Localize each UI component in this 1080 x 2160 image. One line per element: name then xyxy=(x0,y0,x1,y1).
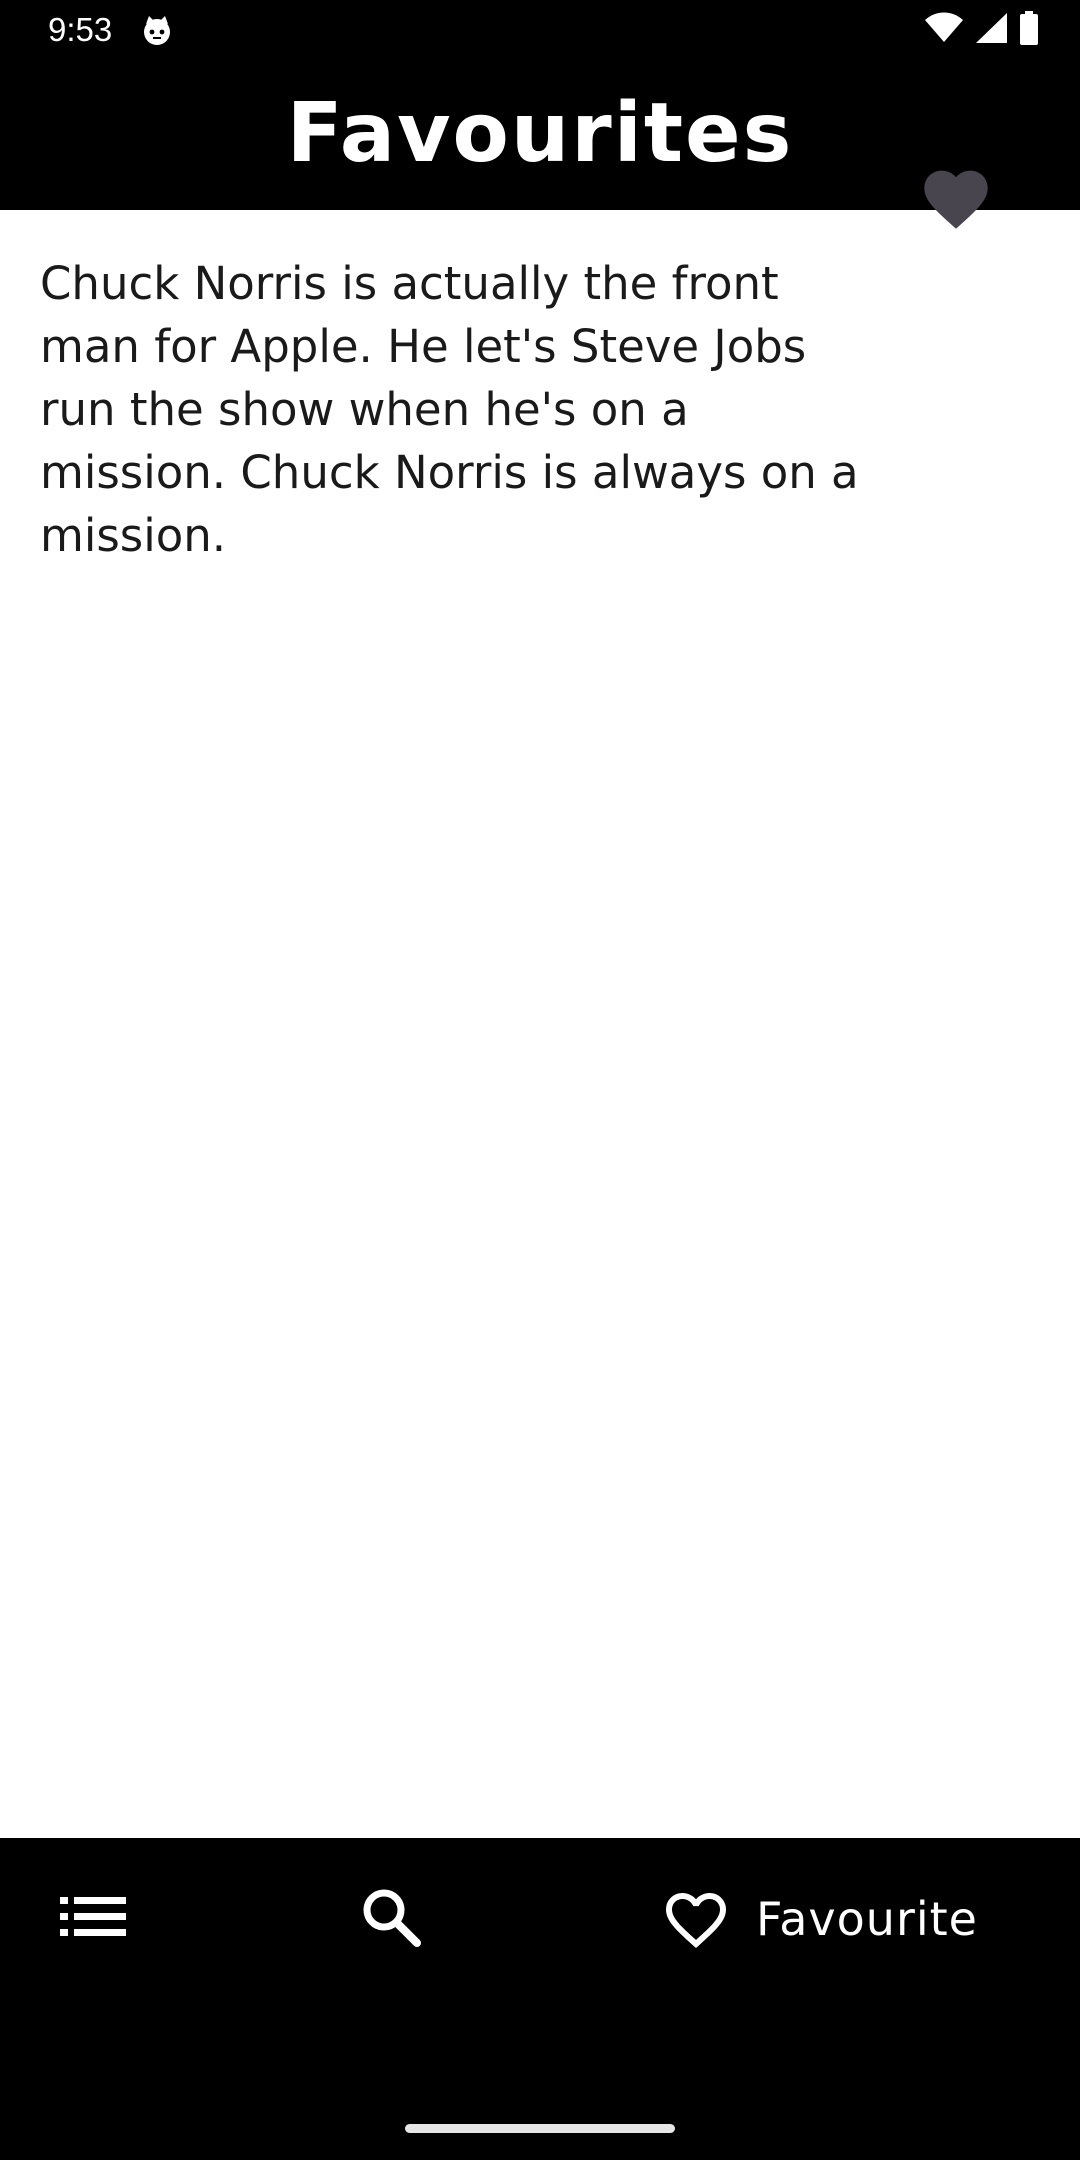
status-icons xyxy=(924,11,1040,49)
search-icon xyxy=(360,1886,422,1952)
page-title: Favourites xyxy=(286,86,794,181)
heart-filled-icon xyxy=(918,161,994,235)
wifi-icon xyxy=(924,12,964,48)
cat-face-icon xyxy=(140,14,174,48)
list-icon xyxy=(60,1895,126,1943)
joke-text: Chuck Norris is actually the front man f… xyxy=(40,257,859,562)
favourites-list[interactable]: Chuck Norris is actually the front man f… xyxy=(0,210,1080,1838)
nav-favourite-label: Favourite xyxy=(756,1892,978,1946)
nav-item-favourite[interactable]: Favourite xyxy=(660,1838,1040,2098)
list-item[interactable]: Chuck Norris is actually the front man f… xyxy=(0,210,1080,610)
favourite-toggle-button[interactable] xyxy=(912,158,1000,238)
status-time: 9:53 xyxy=(48,11,113,48)
battery-icon xyxy=(1018,11,1040,49)
screen: 9:53 Favourites Chuck Norris is actually… xyxy=(0,0,1080,2160)
heart-outline-icon xyxy=(660,1884,732,1954)
bottom-navigation: Favourite xyxy=(0,1838,1080,2098)
nav-item-list[interactable] xyxy=(60,1838,160,2098)
nav-item-search[interactable] xyxy=(360,1838,460,2098)
status-bar: 9:53 xyxy=(0,0,1080,60)
cellular-signal-icon xyxy=(974,12,1008,48)
home-indicator[interactable] xyxy=(405,2124,675,2133)
